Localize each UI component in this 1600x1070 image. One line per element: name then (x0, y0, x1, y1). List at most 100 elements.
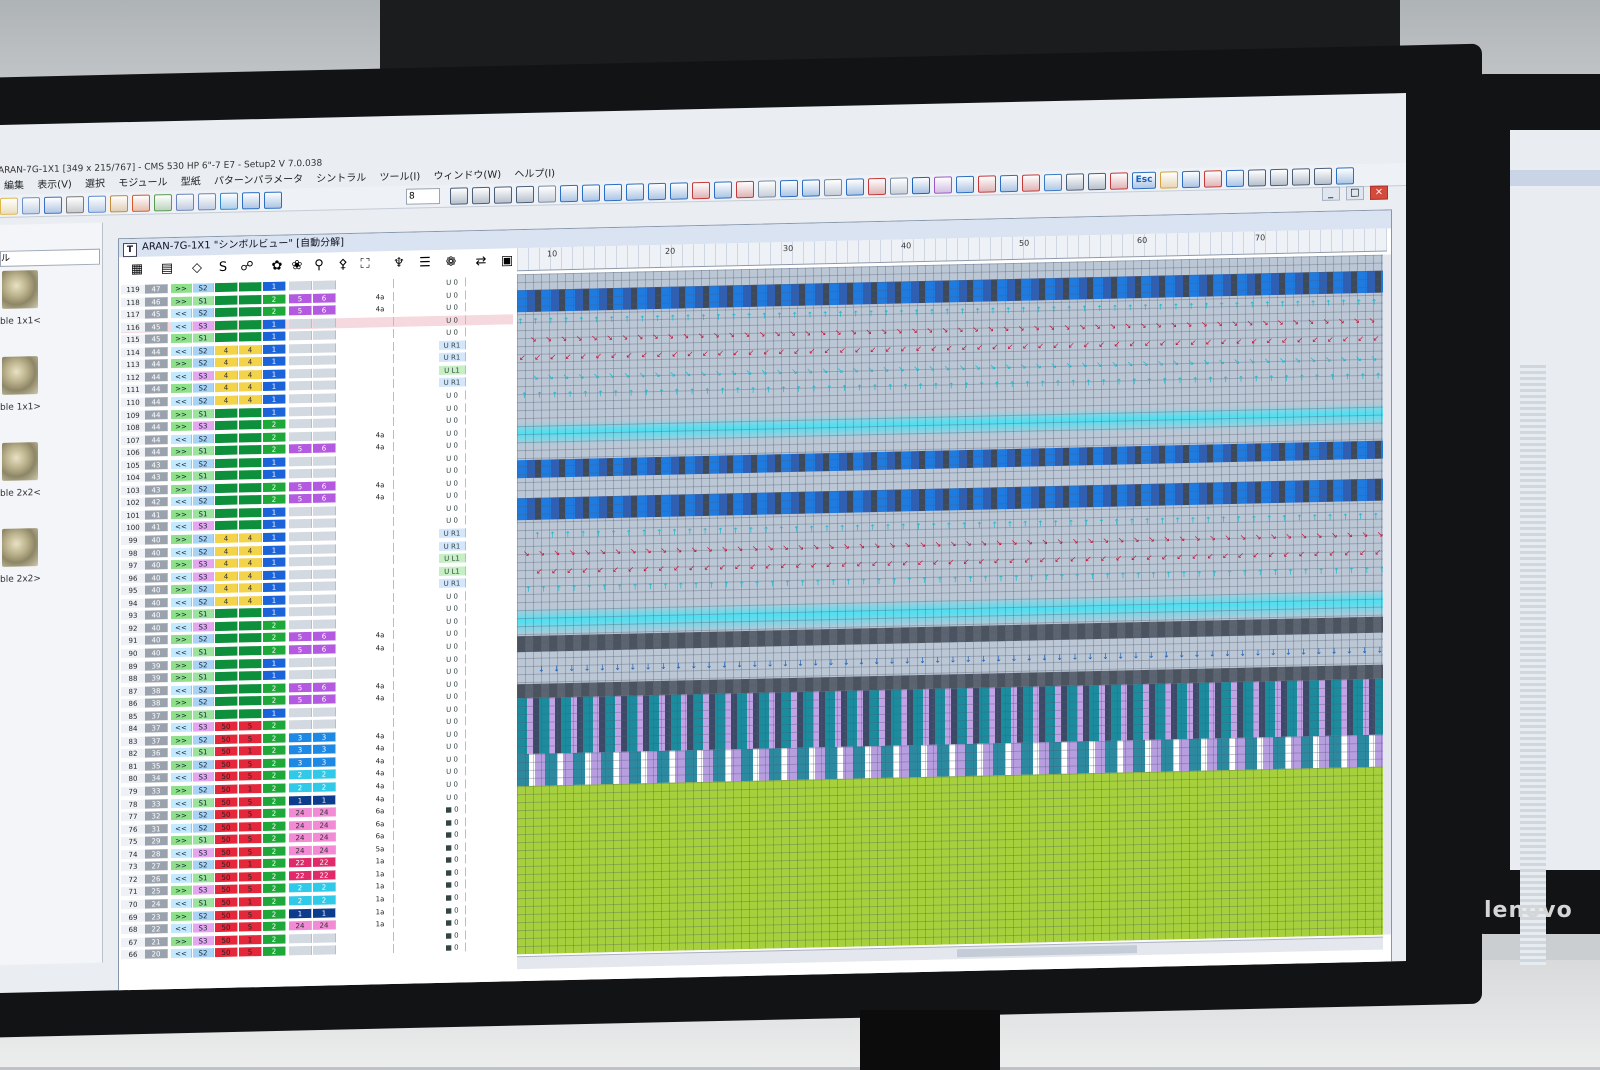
menu-icon[interactable] (1314, 167, 1332, 186)
collapse-icon[interactable] (1336, 167, 1354, 185)
new-file-icon[interactable] (0, 197, 18, 215)
save-icon[interactable] (44, 196, 62, 214)
frame-icon[interactable] (538, 185, 556, 203)
pin-icon[interactable]: ⚲ (309, 254, 329, 276)
rect-icon[interactable] (604, 183, 622, 202)
module-thumbnail[interactable] (2, 356, 38, 395)
triangle-icon[interactable] (1226, 169, 1244, 188)
flower-icon[interactable]: ✿ (267, 255, 287, 277)
home-icon[interactable] (1160, 171, 1178, 189)
box-icon[interactable] (868, 177, 886, 196)
zoom-select[interactable]: 8 (406, 187, 440, 205)
ellipse-icon[interactable] (626, 183, 644, 201)
paste-icon[interactable] (110, 195, 128, 213)
curve-icon[interactable] (670, 182, 688, 200)
symbol-icon[interactable] (934, 176, 952, 194)
symbol-grid[interactable]: ↑ ↑ ↑ ↑ ↑ ↑ ↑ ↑ ↑ ↑ ↑ ↑ ↑ ↑ ↑ ↑ ↑ ↑ ↑ ↑ … (517, 254, 1383, 955)
close-x-icon[interactable] (1110, 172, 1128, 190)
pick-icon[interactable] (714, 181, 732, 199)
shirt-icon[interactable] (1204, 170, 1222, 188)
menu-sintral[interactable]: シントラル (316, 173, 366, 185)
menu-edit[interactable]: 編集 (4, 180, 24, 191)
rotate-icon[interactable] (846, 178, 864, 196)
scrollbar-thumb[interactable] (957, 945, 1137, 958)
measure-icon[interactable] (692, 181, 710, 200)
s-icon[interactable]: S (213, 257, 233, 279)
grid-icon[interactable]: ▦ (127, 259, 147, 281)
cut-icon[interactable] (66, 196, 84, 214)
image-icon[interactable] (1044, 173, 1062, 192)
menu-select[interactable]: 選択 (85, 179, 105, 190)
last-icon[interactable] (516, 185, 534, 204)
delete-icon[interactable] (978, 175, 996, 193)
close-button[interactable]: × (1370, 185, 1388, 200)
marker-icon[interactable] (736, 180, 754, 199)
line-icon[interactable] (582, 184, 600, 202)
module-thumbnail[interactable] (2, 270, 38, 309)
expand-icon[interactable] (1066, 173, 1084, 191)
fill-icon[interactable] (648, 182, 666, 201)
copy-icon[interactable] (88, 195, 106, 213)
fork-icon[interactable]: ♆ (389, 253, 409, 275)
library-filter-select[interactable]: ル (0, 248, 100, 267)
bucket-icon[interactable] (1182, 170, 1200, 189)
square-icon[interactable]: ▣ (497, 250, 517, 272)
prev-icon[interactable] (472, 186, 490, 205)
row-cell-i (367, 555, 394, 565)
menu-window[interactable]: ウィンドウ(W) (433, 170, 501, 183)
text-a-icon[interactable] (912, 176, 930, 195)
menu-help[interactable]: ヘルプ(I) (514, 168, 555, 180)
first-icon[interactable] (450, 187, 468, 205)
slash-icon[interactable] (1270, 168, 1288, 187)
pin2-icon[interactable]: ⚴ (333, 254, 353, 276)
module-thumbnail[interactable] (2, 442, 38, 481)
esc-button[interactable]: Esc (1132, 171, 1156, 190)
flower2-icon[interactable]: ❀ (287, 255, 307, 277)
menu-pattern-shape[interactable]: 型紙 (181, 176, 201, 187)
row-cell-g (289, 356, 312, 366)
list-icon[interactable] (1292, 168, 1310, 186)
maximize-button[interactable]: □ (1345, 186, 1364, 201)
crosshair-icon[interactable] (802, 179, 820, 197)
list-icon[interactable]: ☰ (415, 252, 435, 274)
knot-icon[interactable]: ❁ (441, 251, 461, 273)
redo-icon[interactable] (198, 193, 216, 211)
minus-icon[interactable] (1248, 169, 1266, 187)
row-cell-f: 2 (263, 620, 286, 630)
vertical-scrollbar[interactable] (1383, 254, 1391, 935)
row-cell-b: >> (171, 634, 192, 645)
open-file-icon[interactable] (22, 197, 40, 215)
table-icon[interactable] (890, 177, 908, 195)
menu-pattern-parameters[interactable]: パターンパラメータ (214, 174, 303, 187)
insert-icon[interactable] (956, 175, 974, 194)
frame-icon[interactable]: ⛶ (355, 253, 375, 275)
wand-icon[interactable] (1000, 174, 1018, 193)
minimize-button[interactable]: _ (1321, 186, 1340, 201)
lock-icon[interactable] (1088, 172, 1106, 191)
import-icon[interactable] (132, 194, 150, 212)
select-icon[interactable] (824, 178, 842, 197)
zoom-out-icon[interactable] (264, 191, 282, 209)
row-cell-g (289, 280, 312, 291)
row-cell-a: 33 (145, 786, 168, 796)
menu-tools[interactable]: ツール(I) (379, 171, 420, 183)
zoom-in-icon[interactable] (242, 192, 260, 210)
grid-icon[interactable] (758, 180, 776, 198)
help-icon[interactable] (1022, 174, 1040, 192)
diamond-icon[interactable]: ◇ (187, 257, 207, 279)
link-icon[interactable]: ☍ (237, 256, 257, 278)
module-thumbnail[interactable] (2, 528, 38, 567)
menu-view[interactable]: 表示(V) (37, 179, 72, 191)
move-icon[interactable] (780, 179, 798, 198)
swap-icon[interactable]: ⇄ (471, 251, 491, 273)
globe-icon[interactable] (220, 192, 238, 210)
menu-module[interactable]: モジュール (118, 177, 167, 189)
undo-icon[interactable] (176, 193, 194, 211)
export-icon[interactable] (154, 194, 172, 212)
table-icon[interactable]: ▤ (157, 258, 177, 280)
pencil-icon[interactable] (560, 184, 578, 203)
row-cell-n: 99 (121, 535, 146, 546)
row-cell-h (313, 606, 336, 617)
next-icon[interactable] (494, 186, 512, 204)
row-cell-f: 1 (263, 582, 286, 593)
